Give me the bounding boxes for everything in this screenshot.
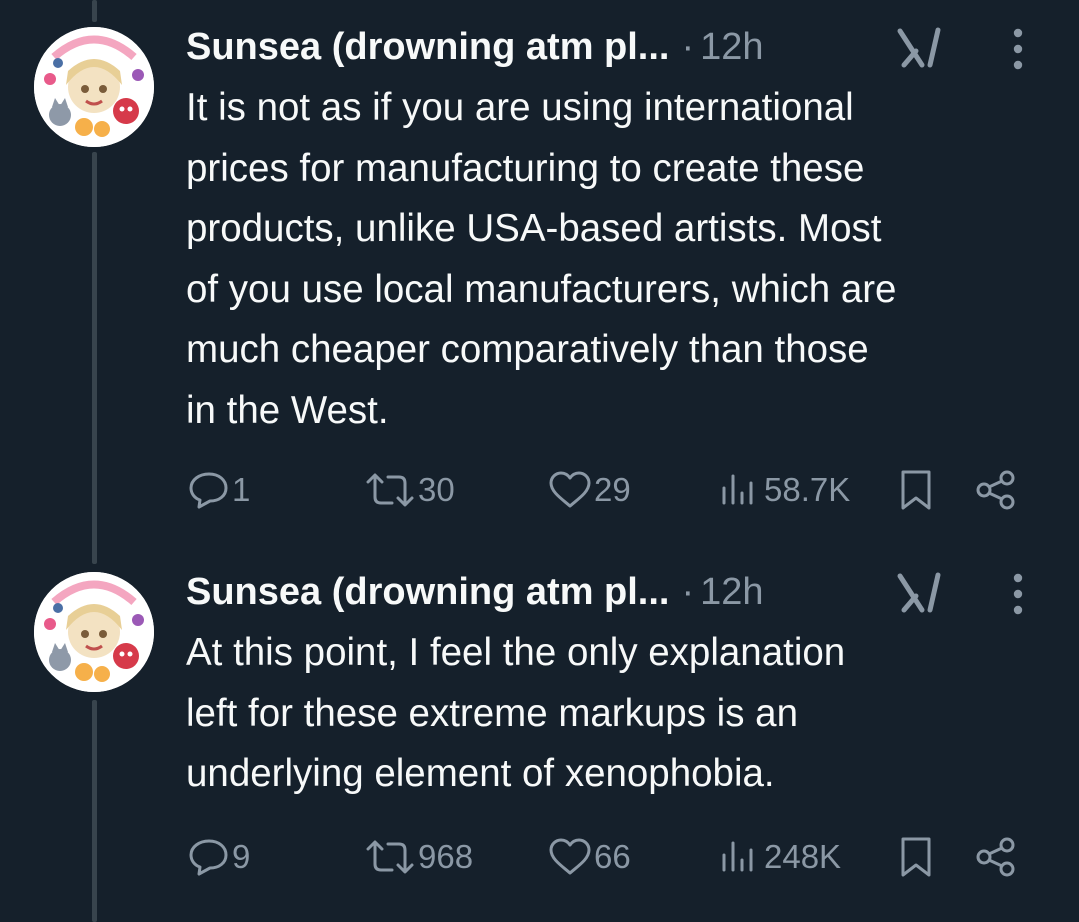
views-icon	[722, 474, 753, 505]
repost-button[interactable]: 968	[364, 832, 473, 882]
reply-icon	[189, 839, 228, 876]
reply-icon	[189, 472, 228, 509]
reply-count: 9	[232, 838, 251, 875]
bookmark-button[interactable]	[898, 465, 934, 515]
thread-line-middle	[92, 152, 97, 564]
repost-icon	[366, 840, 414, 874]
repost-count: 968	[418, 838, 474, 875]
author-name[interactable]: Sunsea (drowning atm pl...	[186, 26, 669, 69]
author-name[interactable]: Sunsea (drowning atm pl...	[186, 571, 669, 614]
grok-icon[interactable]	[896, 572, 944, 614]
bookmark-button[interactable]	[898, 832, 934, 882]
heart-icon	[549, 471, 591, 508]
tweet-header: Sunsea (drowning atm pl... · 12h	[186, 17, 1046, 77]
share-button[interactable]	[974, 832, 1020, 882]
repost-icon	[366, 473, 414, 507]
reply-button[interactable]: 1	[188, 465, 250, 515]
views-count: 248K	[764, 838, 842, 875]
share-button[interactable]	[974, 465, 1020, 515]
tweet-header: Sunsea (drowning atm pl... · 12h	[186, 562, 1046, 622]
tweet-meta: · 12h	[681, 26, 763, 69]
thread-line-bottom	[92, 700, 97, 922]
tweet-text: It is not as if you are using internatio…	[186, 86, 897, 432]
tweet-actions: 1 30 29 58.7K	[186, 465, 1046, 515]
grok-icon[interactable]	[896, 27, 944, 69]
separator-dot: ·	[681, 570, 695, 613]
bookmark-icon	[901, 470, 931, 510]
bookmark-icon	[901, 837, 931, 877]
reply-count: 1	[232, 471, 251, 508]
repost-count: 30	[418, 471, 455, 508]
share-icon	[976, 837, 1015, 877]
avatar[interactable]	[34, 572, 154, 692]
like-count: 66	[594, 838, 631, 875]
share-icon	[976, 470, 1015, 510]
like-button[interactable]: 29	[548, 465, 631, 515]
views-count: 58.7K	[764, 471, 851, 508]
thread-line-top	[92, 0, 97, 22]
like-count: 29	[594, 471, 631, 508]
avatar-image	[34, 27, 154, 147]
heart-icon	[549, 838, 591, 875]
more-icon[interactable]	[1006, 570, 1030, 618]
avatar[interactable]	[34, 27, 154, 147]
like-button[interactable]: 66	[548, 832, 631, 882]
views-icon	[722, 841, 753, 872]
separator-dot: ·	[681, 25, 695, 68]
tweet-text: At this point, I feel the only explanati…	[186, 631, 846, 795]
timestamp[interactable]: 12h	[700, 571, 763, 613]
tweet-meta: · 12h	[681, 571, 763, 614]
views-button[interactable]: 58.7K	[718, 465, 850, 515]
reply-button[interactable]: 9	[188, 832, 250, 882]
more-icon[interactable]	[1006, 25, 1030, 73]
tweet-actions: 9 968 66 248K	[186, 832, 1046, 882]
timestamp[interactable]: 12h	[700, 26, 763, 68]
avatar-image	[34, 572, 154, 692]
views-button[interactable]: 248K	[718, 832, 841, 882]
repost-button[interactable]: 30	[364, 465, 455, 515]
